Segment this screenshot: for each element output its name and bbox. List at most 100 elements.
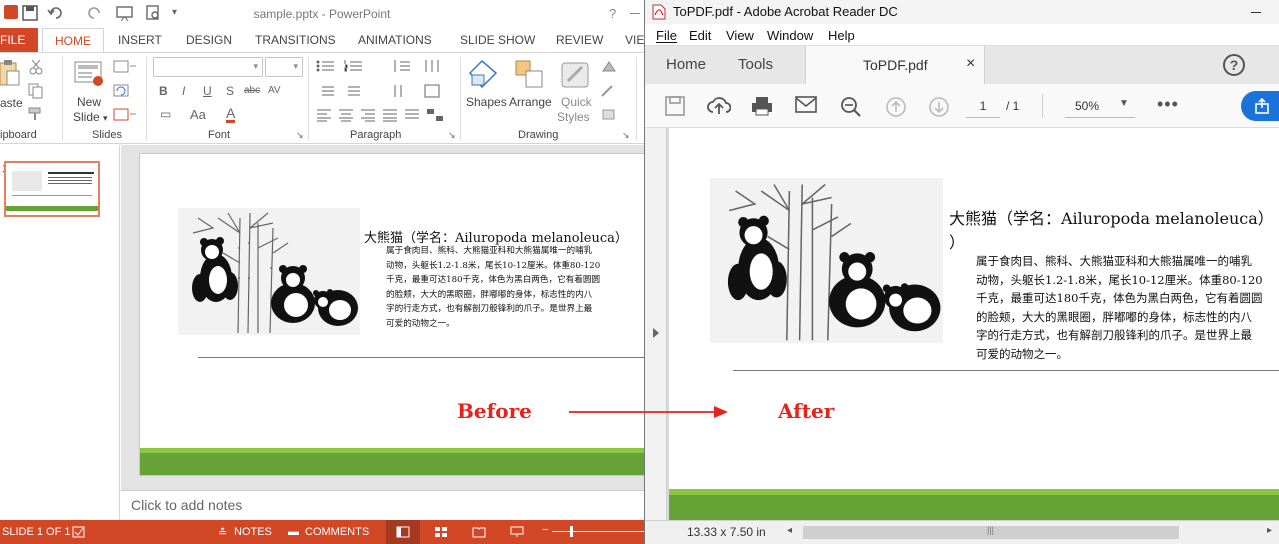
smartart-icon[interactable] <box>426 108 444 122</box>
cut-icon[interactable] <box>28 59 44 75</box>
bullets-icon[interactable] <box>316 59 336 73</box>
tab-review[interactable]: REVIEW <box>556 33 603 47</box>
arrange-label[interactable]: Arrange <box>509 95 552 109</box>
scroll-right-icon[interactable]: ▸ <box>1267 525 1272 536</box>
tab-tools[interactable]: Tools <box>738 56 773 73</box>
new-slide-label[interactable]: New <box>77 95 101 109</box>
scroll-left-icon[interactable]: ◂ <box>787 525 792 536</box>
font-dialog-launcher-icon[interactable]: ↘ <box>296 130 304 141</box>
paragraph-dialog-launcher-icon[interactable]: ↘ <box>448 130 456 141</box>
quick-styles-label[interactable]: Quick <box>561 95 592 109</box>
save-icon[interactable] <box>665 96 685 116</box>
quick-styles-icon[interactable] <box>560 59 592 91</box>
slide-sorter-view-icon[interactable] <box>434 526 448 538</box>
menu-view[interactable]: View <box>726 28 754 43</box>
help-icon[interactable]: ? <box>609 6 616 21</box>
section-icon[interactable] <box>113 107 139 123</box>
slide-body-text[interactable]: 属于食肉目、熊科、大熊猫亚科和大熊猫属唯一的哺乳 动物，头躯长1.2-1.8米，… <box>386 244 600 331</box>
paste-icon[interactable] <box>0 59 20 89</box>
align-text-icon[interactable] <box>424 84 444 98</box>
page-number-input[interactable]: 1 <box>966 94 1000 118</box>
panda-image[interactable] <box>178 208 360 335</box>
bold-button[interactable]: B <box>159 84 168 98</box>
print-icon[interactable] <box>751 96 773 116</box>
slideshow-view-icon[interactable] <box>510 526 524 538</box>
tab-design[interactable]: DESIGN <box>186 33 232 47</box>
drawing-dialog-launcher-icon[interactable]: ↘ <box>622 130 630 141</box>
font-name-combobox[interactable]: ▾ <box>153 57 263 77</box>
notes-button[interactable]: NOTES <box>234 526 272 538</box>
numbering-icon[interactable] <box>344 59 364 73</box>
menu-file[interactable]: File <box>656 28 677 43</box>
normal-view-button[interactable] <box>386 520 420 544</box>
tab-file[interactable]: FILE <box>0 28 38 52</box>
increase-indent-icon[interactable] <box>342 84 362 98</box>
tab-home[interactable]: HOME <box>42 28 104 53</box>
zoom-out-icon[interactable]: − <box>542 524 548 536</box>
more-tools-icon[interactable]: ••• <box>1157 94 1179 115</box>
strikethrough-button[interactable]: abc <box>244 85 260 96</box>
align-center-icon[interactable] <box>338 108 354 122</box>
zoom-value[interactable]: 50% <box>1075 99 1099 113</box>
italic-button[interactable]: I <box>182 84 185 98</box>
notes-icon[interactable]: ≛ <box>218 526 227 539</box>
new-slide-label-2[interactable]: Slide <box>73 110 100 124</box>
document-tab[interactable]: ToPDF.pdf × <box>805 46 985 84</box>
format-painter-icon[interactable] <box>28 107 44 121</box>
email-icon[interactable] <box>795 96 817 114</box>
decrease-indent-icon[interactable] <box>316 84 336 98</box>
zoom-dropdown-icon[interactable]: ▼ <box>1119 98 1129 109</box>
shadow-button[interactable]: S <box>226 84 234 98</box>
tab-transitions[interactable]: TRANSITIONS <box>255 33 336 47</box>
reading-view-icon[interactable] <box>472 526 486 538</box>
new-slide-dropdown-icon[interactable]: ▾ <box>103 111 108 125</box>
shape-fill-icon[interactable] <box>600 59 624 75</box>
change-case-button[interactable]: ▭ <box>160 107 171 121</box>
copy-icon[interactable] <box>28 83 44 99</box>
text-direction-icon[interactable] <box>392 84 412 98</box>
shapes-label[interactable]: Shapes <box>466 95 507 109</box>
reset-icon[interactable] <box>113 83 129 99</box>
tab-animations[interactable]: ANIMATIONS <box>358 33 432 47</box>
menu-help[interactable]: Help <box>828 28 855 43</box>
character-spacing-button[interactable]: AV <box>268 85 281 96</box>
menu-edit[interactable]: Edit <box>689 28 711 43</box>
minimize-icon[interactable] <box>630 13 640 14</box>
quick-styles-label-2[interactable]: Styles <box>557 110 590 124</box>
help-icon[interactable]: ? <box>1223 54 1245 76</box>
line-spacing-icon[interactable] <box>392 59 412 73</box>
upload-cloud-icon[interactable] <box>707 96 731 116</box>
close-tab-icon[interactable]: × <box>966 55 975 73</box>
comments-icon[interactable]: ▬ <box>288 526 299 538</box>
distributed-icon[interactable] <box>404 108 420 122</box>
slide-canvas[interactable]: 大熊猫（学名：Ailuropoda melanoleuca） 属于食肉目、熊科、… <box>139 153 644 476</box>
layout-icon[interactable] <box>113 59 139 75</box>
tab-insert[interactable]: INSERT <box>118 33 162 47</box>
tab-home[interactable]: Home <box>666 56 706 73</box>
notes-pane[interactable]: Click to add notes <box>121 490 644 520</box>
minimize-icon[interactable] <box>1251 12 1261 13</box>
columns-icon[interactable] <box>424 59 444 73</box>
zoom-slider-track[interactable] <box>552 531 644 532</box>
next-page-icon[interactable] <box>928 96 950 118</box>
spellcheck-icon[interactable] <box>72 526 86 538</box>
align-left-icon[interactable] <box>316 108 332 122</box>
slide-thumbnail[interactable] <box>4 161 100 217</box>
pdf-page[interactable]: 大熊猫（学名：Ailuropoda melanoleuca） ） 属于食肉目、熊… <box>669 128 1279 520</box>
left-panel-toggle[interactable] <box>645 128 667 520</box>
tab-view[interactable]: VIE <box>625 33 644 47</box>
change-case-label[interactable]: Aa <box>190 107 206 122</box>
shape-outline-icon[interactable] <box>600 83 624 99</box>
new-slide-icon[interactable] <box>74 59 104 89</box>
shapes-icon[interactable] <box>468 59 500 91</box>
justify-icon[interactable] <box>382 108 398 122</box>
zoom-combobox[interactable]: 50% ▼ <box>1065 94 1135 118</box>
underline-button[interactable]: U <box>203 84 212 98</box>
zoom-slider-thumb[interactable] <box>570 526 573 537</box>
tab-slideshow[interactable]: SLIDE SHOW <box>460 33 535 47</box>
paste-label[interactable]: aste <box>0 96 23 110</box>
shape-effects-icon[interactable] <box>600 107 624 123</box>
scrollbar-grip-icon[interactable]: ||| <box>987 525 994 535</box>
font-color-button[interactable]: A <box>226 106 236 123</box>
align-right-icon[interactable] <box>360 108 376 122</box>
